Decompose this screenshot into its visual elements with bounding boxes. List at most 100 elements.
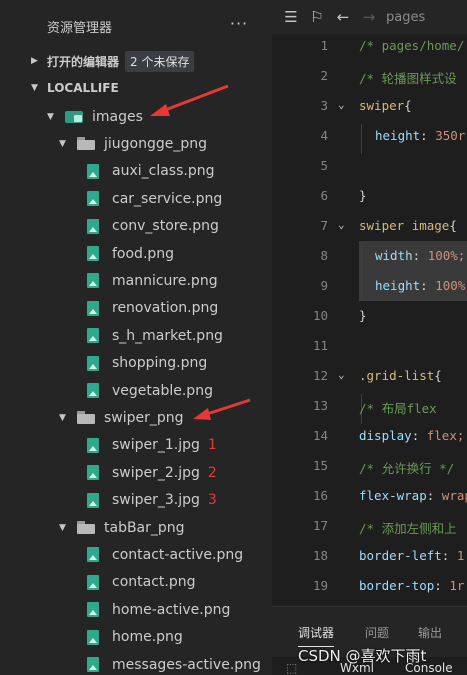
code-line[interactable]: 13 /* 布局flex <box>272 391 467 421</box>
tree-item-label: conv_store.png <box>112 218 219 235</box>
line-number: 3 <box>320 98 328 113</box>
image-file-icon <box>87 602 99 618</box>
tree-item-label: shopping.png <box>112 355 208 372</box>
image-file-icon <box>87 574 99 590</box>
file-item[interactable]: conv_store.png <box>0 213 272 240</box>
code-line[interactable]: 14 display: flex; <box>272 421 467 451</box>
code-token: /* 轮播图样式设 <box>359 71 457 86</box>
file-item[interactable]: messages-active.png <box>0 651 272 675</box>
image-file-icon <box>87 355 99 371</box>
folder-icon <box>77 411 95 425</box>
code-line[interactable]: 17 /* 添加左侧和上 <box>272 511 467 541</box>
code-line[interactable]: 5 <box>272 151 467 181</box>
code-line[interactable]: 6} <box>272 181 467 211</box>
bookmark-icon[interactable]: ⚐ <box>304 0 330 34</box>
code-line[interactable]: 3 ⌄ swiper{ <box>272 91 467 121</box>
tree-item-label: mannicure.png <box>112 272 218 289</box>
code-token: 100% <box>435 278 466 293</box>
code-line[interactable]: 10} <box>272 301 467 331</box>
image-file-icon <box>87 437 99 453</box>
code-line[interactable]: 16 flex-wrap: wrap <box>272 481 467 511</box>
line-number: 1 <box>320 38 328 53</box>
line-number: 18 <box>312 548 328 563</box>
code-text: /* 允许换行 */ <box>359 458 454 477</box>
fold-chevron-icon[interactable]: ⌄ <box>338 368 345 381</box>
line-number: 10 <box>312 308 328 323</box>
list-icon[interactable]: ☰ <box>278 0 304 34</box>
image-file-icon <box>87 300 99 316</box>
code-line[interactable]: 8 width: 100%; <box>272 241 467 271</box>
tree-item-label: swiper_3.jpg <box>112 492 200 509</box>
code-line[interactable]: 19 border-top: 1r <box>272 571 467 601</box>
tree-item-label: images <box>92 108 143 125</box>
tab-debugger[interactable]: 调试器 <box>298 624 335 647</box>
code-line[interactable]: 15 /* 允许换行 */ <box>272 451 467 481</box>
open-editors-section[interactable]: ▶ 打开的编辑器 2 个未保存 <box>0 49 272 73</box>
image-file-icon <box>87 273 99 289</box>
code-line[interactable]: 12 ⌄ .grid-list{ <box>272 361 467 391</box>
more-actions-icon[interactable]: ··· <box>229 14 249 34</box>
code-text: } <box>359 188 367 203</box>
file-item[interactable]: swiper_2.jpg 2 <box>0 459 272 486</box>
tab-problems[interactable]: 问题 <box>365 624 389 641</box>
folder-item[interactable]: ▼ tabBar_png <box>0 514 272 541</box>
line-number: 9 <box>320 278 328 293</box>
image-file-icon <box>87 547 99 563</box>
code-token: 1r <box>449 578 465 593</box>
file-item[interactable]: food.png <box>0 240 272 267</box>
code-line[interactable]: 2 /* 轮播图样式设 <box>272 61 467 91</box>
breadcrumb[interactable]: pages <box>386 10 425 25</box>
code-token: : <box>434 578 450 593</box>
file-item[interactable]: shopping.png <box>0 350 272 377</box>
fold-chevron-icon[interactable]: ⌄ <box>338 218 345 231</box>
file-item[interactable]: contact.png <box>0 569 272 596</box>
code-text: flex-wrap: wrap <box>359 488 467 503</box>
line-number: 11 <box>312 338 328 353</box>
code-line[interactable]: 1 /* pages/home/ <box>272 31 467 61</box>
code-token: : <box>426 488 442 503</box>
code-line[interactable]: 4 height: 350r <box>272 121 467 151</box>
line-number: 2 <box>320 68 328 83</box>
forward-arrow-icon[interactable]: → <box>356 0 382 34</box>
code-token: flex-wrap <box>359 488 427 503</box>
file-item[interactable]: auxi_class.png <box>0 158 272 185</box>
code-token: 1 <box>456 548 465 563</box>
code-line[interactable]: 9 height: 100% <box>272 271 467 301</box>
line-number: 6 <box>320 188 328 203</box>
file-item[interactable]: mannicure.png <box>0 267 272 294</box>
code-token: { <box>404 98 412 113</box>
folder-icon <box>77 521 95 534</box>
chevron-down-icon: ▼ <box>47 111 54 122</box>
editor-toolbar: ☰ ⚐ ← → pages <box>272 0 467 34</box>
image-file-icon <box>87 492 99 508</box>
watermark: CSDN @喜欢下雨t <box>298 647 427 665</box>
folder-item[interactable]: ▼ jiugongge_png <box>0 130 272 157</box>
code-token: } <box>359 308 367 323</box>
line-number: 16 <box>312 488 328 503</box>
fold-chevron-icon[interactable]: ⌄ <box>338 98 345 111</box>
file-item[interactable]: car_service.png <box>0 185 272 212</box>
code-token: swiper <box>359 218 405 233</box>
tree-item-label: contact-active.png <box>112 546 244 563</box>
line-number: 4 <box>320 128 328 143</box>
file-item[interactable]: swiper_3.jpg 3 <box>0 487 272 514</box>
tab-output[interactable]: 输出 <box>418 624 442 641</box>
chevron-down-icon: ▼ <box>31 83 38 93</box>
tree-item-label: home.png <box>112 629 183 646</box>
code-token: /* 添加左侧和上 <box>359 521 457 536</box>
code-token: display <box>359 428 412 443</box>
file-item[interactable]: swiper_1.jpg 1 <box>0 432 272 459</box>
file-item[interactable]: contact-active.png <box>0 541 272 568</box>
code-token: height <box>375 128 421 143</box>
code-line[interactable]: 18 border-left: 1 <box>272 541 467 571</box>
file-item[interactable]: renovation.png <box>0 295 272 322</box>
line-number: 15 <box>312 458 328 473</box>
file-item[interactable]: home-active.png <box>0 596 272 623</box>
code-line[interactable]: 7 ⌄ swiper image{ <box>272 211 467 241</box>
file-item[interactable]: home.png <box>0 624 272 651</box>
inspect-icon[interactable]: ⬚ <box>286 661 297 675</box>
back-arrow-icon[interactable]: ← <box>330 0 356 34</box>
code-line[interactable]: 11 <box>272 331 467 361</box>
file-item[interactable]: s_h_market.png <box>0 322 272 349</box>
red-arrow-annotation <box>150 84 229 116</box>
